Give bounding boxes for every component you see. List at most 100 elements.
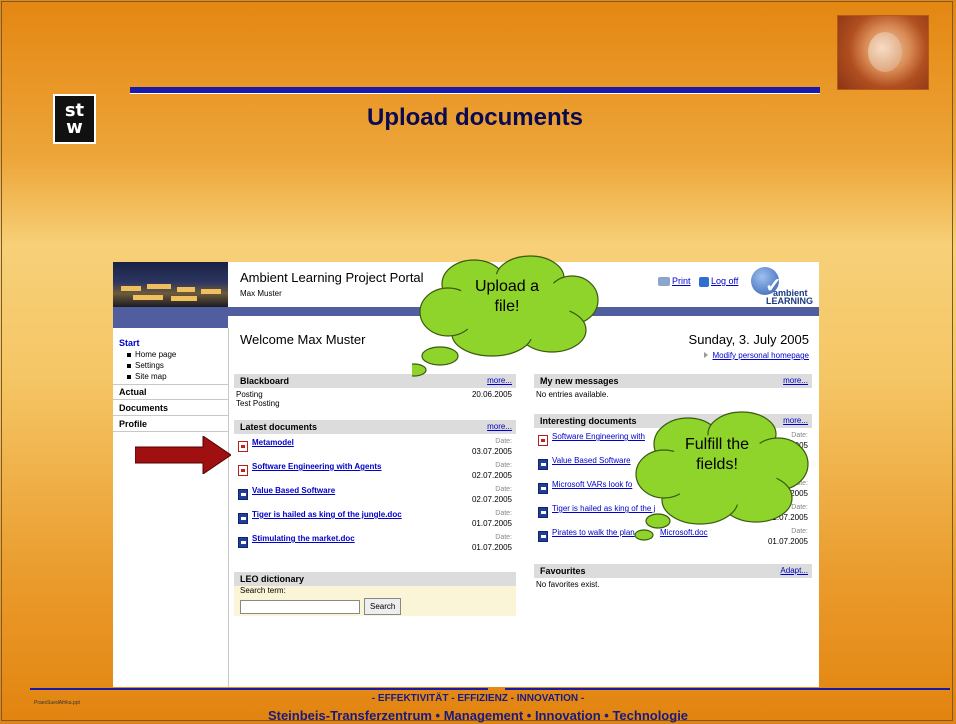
nav-start[interactable]: Start xyxy=(119,338,140,348)
red-arrow-icon xyxy=(135,436,231,474)
favourites-title: Favourites xyxy=(540,566,586,576)
doc-link[interactable]: Tiger is hailed as king of the jungle.do… xyxy=(252,510,402,519)
footer-tagline: - EFFEKTIVITÄT - EFFIZIENZ - INNOVATION … xyxy=(371,693,585,704)
logo-line-2: w xyxy=(66,117,83,138)
decorative-photo xyxy=(837,15,929,90)
nav-divider xyxy=(113,384,228,385)
nav-divider xyxy=(113,431,228,432)
word-doc-icon xyxy=(538,483,548,494)
word-doc-icon xyxy=(238,489,248,500)
leo-header: LEO dictionary xyxy=(234,572,516,586)
nav-item-settings[interactable]: Settings xyxy=(127,361,164,370)
leo-body: Search term: Search xyxy=(234,586,516,615)
upload-line-2: file! xyxy=(494,298,520,315)
nav-actual[interactable]: Actual xyxy=(119,387,147,397)
pdf-icon xyxy=(238,465,248,476)
favourites-adapt-link[interactable]: Adapt... xyxy=(780,564,808,578)
doc-date: 02.07.2005 xyxy=(471,495,512,504)
logoff-link[interactable]: Log off xyxy=(711,276,738,286)
fulfill-callout: Fulfill the fields! xyxy=(630,408,820,558)
latest-list: Metamodel Date: 03.07.2005 Software Engine… xyxy=(234,434,516,558)
doc-link[interactable]: Stimulating the market.doc xyxy=(252,534,355,543)
nav-profile[interactable]: Profile xyxy=(119,419,147,429)
word-doc-icon xyxy=(238,537,248,548)
favourites-text: No favorites exist. xyxy=(536,580,600,589)
welcome-text: Welcome Max Muster xyxy=(240,332,366,347)
doc-date: 03.07.2005 xyxy=(471,447,512,456)
portal-title: Ambient Learning Project Portal xyxy=(240,270,424,285)
search-input[interactable] xyxy=(240,600,360,614)
doc-link[interactable]: Software Engineering with Agents xyxy=(252,462,382,471)
bullet-icon xyxy=(127,363,131,368)
nav-item-label: Site map xyxy=(135,372,167,381)
triangle-icon xyxy=(704,352,709,358)
nav-item-label: Settings xyxy=(135,361,164,370)
leo-dictionary-box: LEO dictionary Search term: Search xyxy=(234,572,516,616)
doc-date: 01.07.2005 xyxy=(471,519,512,528)
messages-more-link[interactable]: more... xyxy=(783,374,808,388)
footer-org: Steinbeis-Transferzentrum • Management •… xyxy=(267,708,689,723)
print-link[interactable]: Print xyxy=(672,276,691,286)
upload-callout-text: Upload a file! xyxy=(412,277,602,317)
current-date: Sunday, 3. July 2005 xyxy=(688,332,809,347)
nav-divider xyxy=(113,415,228,416)
sidebar: Start Home page Settings Site map Actual… xyxy=(113,328,229,687)
latest-documents-box: Latest documents more... Metamodel Date: 03… xyxy=(234,420,516,570)
favourites-header: Favourites Adapt... xyxy=(534,564,812,578)
blackboard-title: Blackboard xyxy=(240,376,290,386)
date-label: Date: xyxy=(495,534,512,541)
nav-item-sitemap[interactable]: Site map xyxy=(127,372,167,381)
photo-face xyxy=(868,32,902,72)
stw-logo: st w xyxy=(53,94,96,144)
sidebar-band xyxy=(113,316,228,328)
doc-link[interactable]: Value Based Software xyxy=(252,486,335,495)
bullet-icon xyxy=(127,374,131,379)
interesting-title: Interesting documents xyxy=(540,416,637,426)
list-item: Tiger is hailed as king of the jungle.do… xyxy=(236,508,514,532)
date-label: Date: xyxy=(495,438,512,445)
nav-documents[interactable]: Documents xyxy=(119,403,168,413)
cloud-shape xyxy=(382,255,599,385)
doc-date: 02.07.2005 xyxy=(471,471,512,480)
latest-header: Latest documents more... xyxy=(234,420,516,434)
doc-link[interactable]: Value Based Software xyxy=(552,456,631,465)
upload-line-1: Upload a xyxy=(474,278,540,295)
nav-item-label: Home page xyxy=(135,350,177,359)
slide-title: Upload documents xyxy=(366,104,583,131)
building-photo xyxy=(113,262,228,307)
doc-link[interactable]: Pirates to walk the plan xyxy=(552,528,635,537)
list-item: Value Based Software Date: 02.07.2005 xyxy=(236,484,514,508)
word-doc-icon xyxy=(538,459,548,470)
portal-tools: Print Log off xyxy=(658,276,744,287)
favourites-box: Favourites Adapt... No favorites exist. xyxy=(534,564,812,594)
bullet-icon xyxy=(127,352,131,357)
word-doc-icon xyxy=(238,513,248,524)
leo-title: LEO dictionary xyxy=(240,574,305,584)
word-doc-icon xyxy=(538,531,548,542)
list-item: Stimulating the market.doc Date: 01.07.200… xyxy=(236,532,514,556)
cloud-shape xyxy=(634,411,809,541)
latest-title: Latest documents xyxy=(240,422,318,432)
nav-item-home[interactable]: Home page xyxy=(127,350,176,359)
date-label: Date: xyxy=(495,462,512,469)
nav-divider xyxy=(113,399,228,400)
doc-link[interactable]: Metamodel xyxy=(252,438,294,447)
list-item: Software Engineering with Agents Date: 02.… xyxy=(236,460,514,484)
word-doc-icon xyxy=(538,507,548,518)
doc-date: 01.07.2005 xyxy=(471,543,512,552)
footer-rule-left xyxy=(30,688,488,690)
modify-homepage: Modify personal homepage xyxy=(704,351,809,360)
search-button[interactable]: Search xyxy=(364,598,402,615)
portal-user: Max Muster xyxy=(240,289,282,298)
modify-homepage-link[interactable]: Modify personal homepage xyxy=(712,351,809,360)
upload-callout: Upload a file! xyxy=(382,252,602,397)
logoff-icon xyxy=(699,276,710,287)
date-label: Date: xyxy=(495,486,512,493)
latest-more-link[interactable]: more... xyxy=(487,420,512,434)
pdf-icon xyxy=(238,441,248,452)
doc-link[interactable]: Microsoft VARs look fo xyxy=(552,480,632,489)
ambient-learning-logo: ✓ ambient LEARNING xyxy=(745,267,819,306)
search-label: Search term: xyxy=(240,586,286,595)
fulfill-line-1: Fulfill the xyxy=(684,436,750,453)
list-item: Metamodel Date: 03.07.2005 xyxy=(236,436,514,460)
